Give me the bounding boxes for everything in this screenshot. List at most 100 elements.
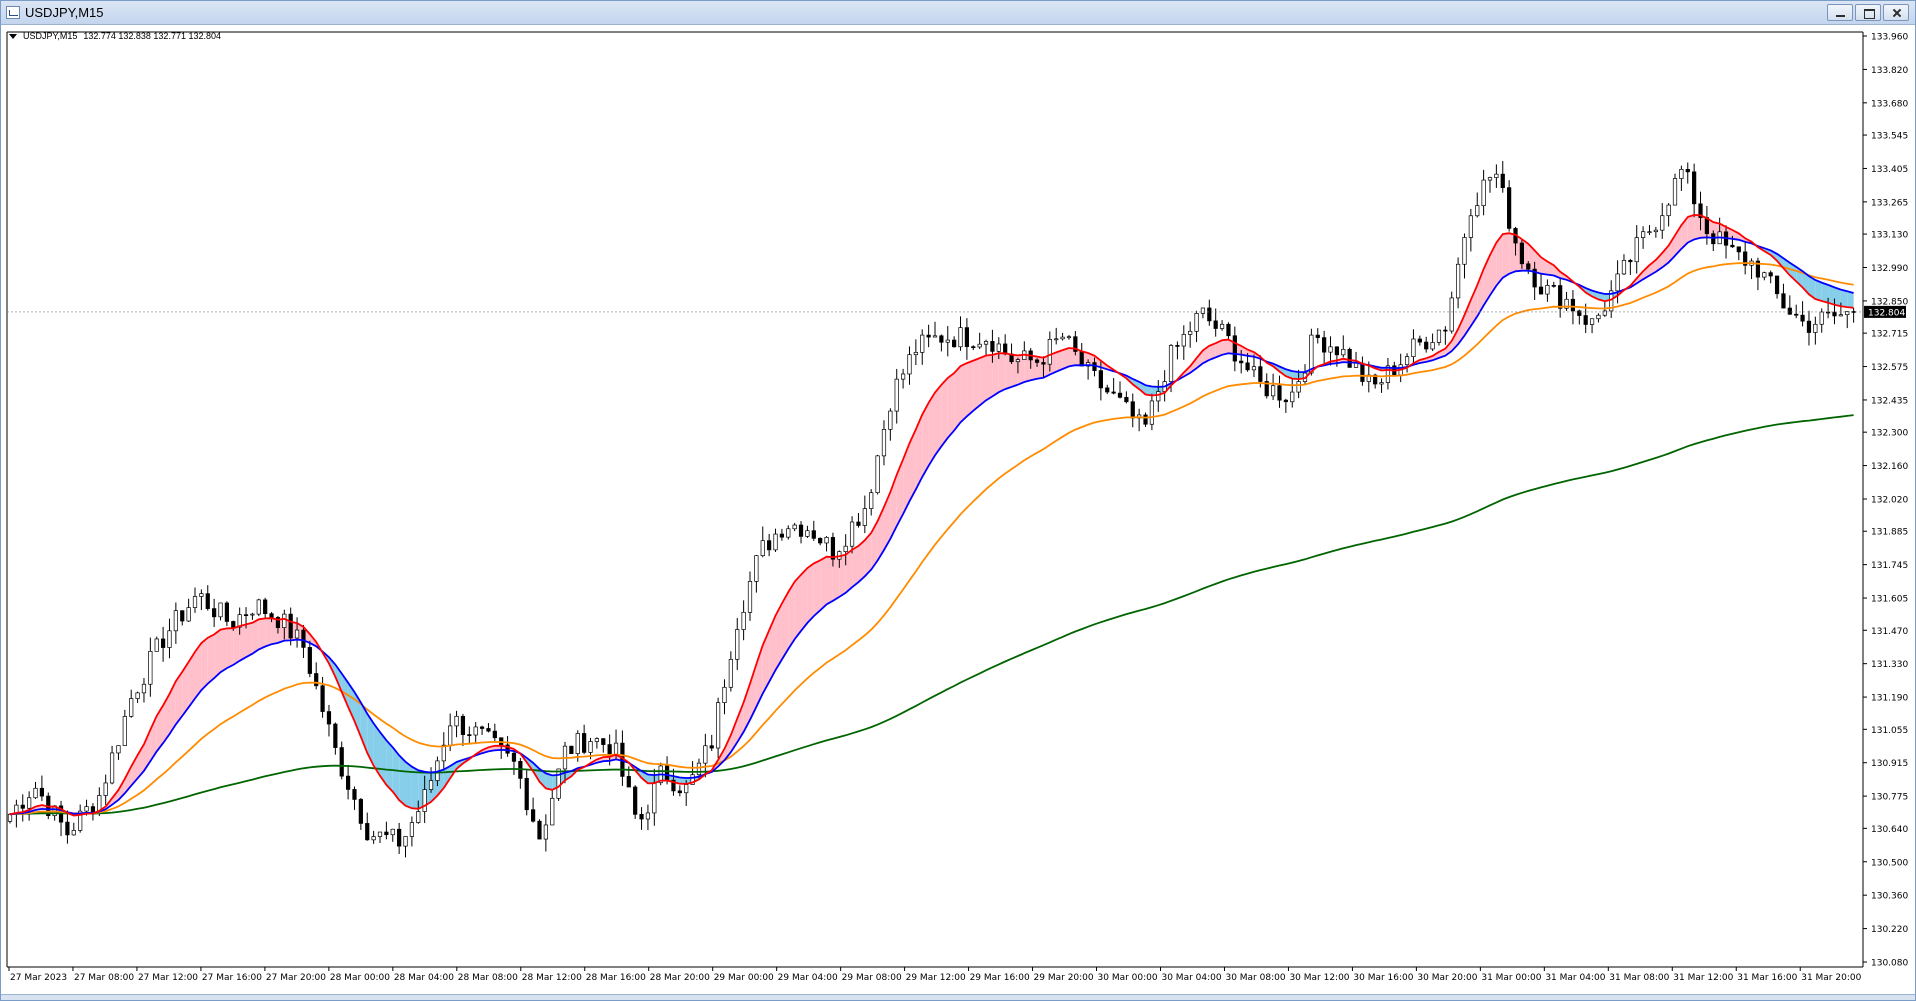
price-tick-label: 130.360: [1871, 892, 1908, 902]
ma-fill-segment: [979, 355, 987, 406]
price-tick-label: 133.545: [1871, 132, 1908, 142]
candle: [677, 790, 682, 794]
candle: [288, 613, 293, 639]
candle: [473, 726, 478, 736]
candle: [1156, 391, 1161, 402]
candle: [550, 797, 555, 826]
candle: [365, 823, 370, 841]
ma-fill-segment: [1502, 233, 1510, 278]
price-tick-label: 130.500: [1871, 858, 1908, 868]
candle: [1334, 346, 1340, 356]
candle: [582, 733, 587, 753]
ma-fill-segment: [405, 761, 412, 809]
candle: [1168, 345, 1174, 382]
current-price-label: 132.804: [1868, 308, 1905, 318]
candle: [1098, 370, 1103, 389]
candle: [1296, 381, 1301, 393]
time-tick-label: 28 Mar 16:00: [586, 973, 646, 983]
candle: [416, 811, 421, 823]
candle: [1475, 205, 1480, 217]
price-chart[interactable]: 133.960 133.820 133.680 133.545 133.405 133.2…: [1, 26, 1915, 996]
candle: [1596, 314, 1601, 320]
candle: [1251, 366, 1257, 371]
time-tick-label: 29 Mar 04:00: [778, 973, 838, 983]
minimize-button[interactable]: [1827, 4, 1853, 21]
ma-fill-segment: [947, 373, 955, 438]
price-tick-label: 132.990: [1871, 264, 1908, 274]
time-tick-label: 29 Mar 12:00: [906, 973, 966, 983]
candle: [441, 744, 446, 762]
candle: [1175, 345, 1180, 347]
candle: [294, 629, 300, 639]
candle: [1794, 313, 1799, 316]
candle: [1500, 173, 1505, 189]
candle: [1519, 242, 1525, 265]
candle: [160, 638, 166, 648]
candle: [397, 828, 402, 847]
candle: [154, 638, 159, 652]
candle: [900, 373, 906, 380]
candle: [869, 492, 874, 509]
candle: [371, 836, 376, 841]
ma-fill-segment: [1840, 289, 1848, 308]
ma-fill-segment: [960, 363, 967, 423]
candle: [1181, 334, 1186, 347]
candle: [320, 685, 325, 712]
candle: [773, 533, 778, 551]
ma-fill-segment: [226, 628, 234, 669]
candle: [1545, 285, 1550, 295]
candle: [1468, 215, 1473, 238]
candle: [403, 836, 408, 847]
candle: [301, 629, 306, 648]
time-tick-label: 29 Mar 08:00: [842, 973, 902, 983]
candle: [103, 782, 108, 796]
candle: [1066, 336, 1072, 339]
candle: [760, 540, 765, 557]
time-tick-label: 29 Mar 00:00: [714, 973, 774, 983]
ma-fill-segment: [1821, 282, 1829, 303]
candle: [148, 650, 153, 685]
maximize-button[interactable]: [1855, 4, 1881, 21]
candle: [1117, 392, 1123, 398]
candle: [926, 334, 931, 338]
price-tick-label: 131.745: [1871, 561, 1908, 571]
time-tick-label: 30 Mar 00:00: [1098, 973, 1158, 983]
price-tick-label: 131.190: [1871, 694, 1908, 704]
ma-fill-segment: [813, 560, 821, 617]
chart-header: USDJPY,M15 132.774 132.838 132.771 132.8…: [9, 31, 221, 41]
price-tick-label: 132.160: [1871, 462, 1908, 472]
candle: [1602, 310, 1607, 316]
candle: [715, 702, 721, 749]
ma-fill-segment: [233, 626, 240, 665]
price-tick-label: 131.330: [1871, 660, 1908, 670]
candle: [875, 455, 880, 494]
candle: [1494, 173, 1499, 178]
candle: [754, 555, 759, 582]
candle: [696, 762, 702, 776]
price-tick-label: 133.130: [1871, 231, 1908, 241]
ma-fill-segment: [992, 353, 999, 397]
price-tick-label: 133.960: [1871, 33, 1908, 43]
price-tick-label: 133.820: [1871, 66, 1908, 76]
candle: [862, 508, 867, 526]
candle: [27, 797, 32, 809]
candle: [722, 686, 727, 703]
candle: [1143, 414, 1148, 425]
price-tick-label: 130.775: [1871, 793, 1908, 803]
time-tick-label: 30 Mar 20:00: [1417, 973, 1477, 983]
candle: [428, 780, 434, 790]
candle: [1443, 329, 1448, 332]
candle: [1589, 318, 1595, 325]
triangle-down-icon[interactable]: [9, 34, 17, 39]
chart-area[interactable]: 133.960 133.820 133.680 133.545 133.405 133.2…: [1, 26, 1915, 996]
candle: [1577, 310, 1582, 316]
candle: [1226, 323, 1231, 337]
candle: [409, 822, 415, 837]
candle: [575, 733, 580, 754]
ma-fill-segment: [832, 556, 840, 601]
time-tick-label: 27 Mar 16:00: [202, 973, 262, 983]
price-tick-label: 133.405: [1871, 165, 1908, 175]
title-bar[interactable]: USDJPY,M15: [1, 1, 1915, 25]
candle: [129, 698, 134, 717]
close-button[interactable]: [1883, 4, 1909, 21]
